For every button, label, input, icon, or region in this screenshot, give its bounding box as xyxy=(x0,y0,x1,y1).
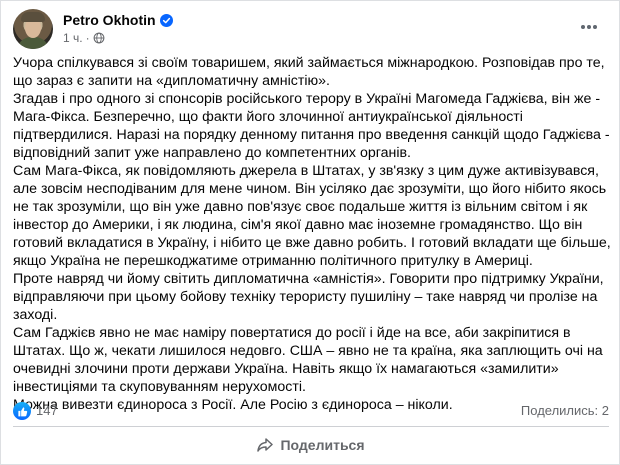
post-paragraph: Згадав і про одного зі спонсорів російсь… xyxy=(13,91,610,161)
post-time[interactable]: 1 ч. xyxy=(63,31,83,45)
author-name[interactable]: Petro Okhotin xyxy=(63,12,156,28)
share-button[interactable]: Поделиться xyxy=(13,429,609,461)
post-paragraph: Сам Мага-Фікса, як повідомляють джерела … xyxy=(13,163,611,269)
verified-badge-icon xyxy=(159,13,173,27)
post-actions: Поделиться xyxy=(13,429,609,461)
like-icon[interactable] xyxy=(13,402,31,420)
author-row: Petro Okhotin xyxy=(63,12,173,28)
meta-separator: · xyxy=(85,31,90,45)
share-button-label: Поделиться xyxy=(280,437,365,453)
globe-icon[interactable] xyxy=(93,32,105,44)
share-icon xyxy=(257,438,274,452)
reactions-bar: 147 Поделились: 2 xyxy=(13,401,609,421)
share-count[interactable]: Поделились: 2 xyxy=(521,403,609,418)
like-count[interactable]: 147 xyxy=(36,403,58,418)
post-paragraph: Учора спілкувався зі своїм товаришем, як… xyxy=(13,55,605,89)
post-paragraph: Проте навряд чи йому світить дипломатичн… xyxy=(13,271,604,323)
avatar[interactable] xyxy=(13,9,53,49)
post-header: Petro Okhotin 1 ч. · xyxy=(13,9,603,49)
post-paragraph: Сам Гаджієв явно не має наміру повертати… xyxy=(13,325,603,395)
more-options-icon[interactable] xyxy=(575,13,603,41)
post-text: Учора спілкувався зі своїм товаришем, як… xyxy=(13,54,613,414)
post-card: Petro Okhotin 1 ч. · Учора спілкувався з… xyxy=(0,0,620,465)
post-meta: 1 ч. · xyxy=(63,31,105,45)
actions-divider xyxy=(13,426,609,427)
